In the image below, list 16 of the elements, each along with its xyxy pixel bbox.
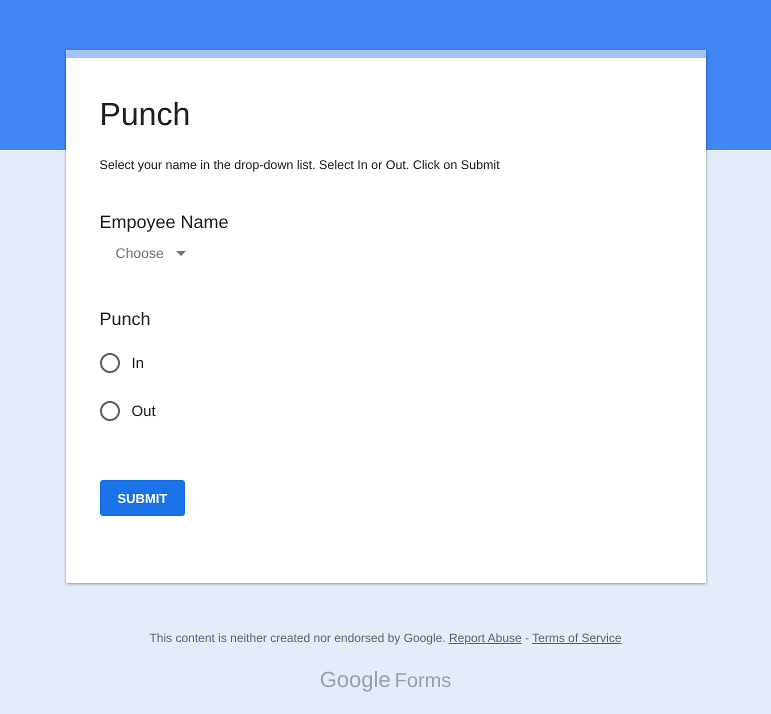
option-label: Out bbox=[132, 402, 156, 420]
caret-icon bbox=[176, 250, 186, 256]
logo-product-text: Forms bbox=[394, 670, 452, 693]
form-title: Punch bbox=[100, 96, 192, 132]
radio-button[interactable] bbox=[100, 353, 120, 373]
report-abuse-link[interactable]: Report Abuse bbox=[448, 631, 522, 645]
submit-button[interactable]: SUBMIT bbox=[100, 480, 186, 516]
footer-notice: This content is neither created nor endorsed by Google. Report Abuse - Terms of Service bbox=[149, 631, 622, 645]
dropdown[interactable]: Choose bbox=[100, 245, 186, 261]
form-description: Select your name in the drop-down list. Select In or Out. Click on Submit bbox=[100, 158, 501, 172]
radio-button[interactable] bbox=[100, 401, 120, 421]
question-label: Punch bbox=[100, 309, 152, 330]
terms-link[interactable]: Terms of Service bbox=[532, 631, 622, 645]
logo-text: Google bbox=[320, 667, 391, 693]
option-label: In bbox=[132, 354, 144, 372]
question-label: Empoyee Name bbox=[100, 212, 230, 233]
